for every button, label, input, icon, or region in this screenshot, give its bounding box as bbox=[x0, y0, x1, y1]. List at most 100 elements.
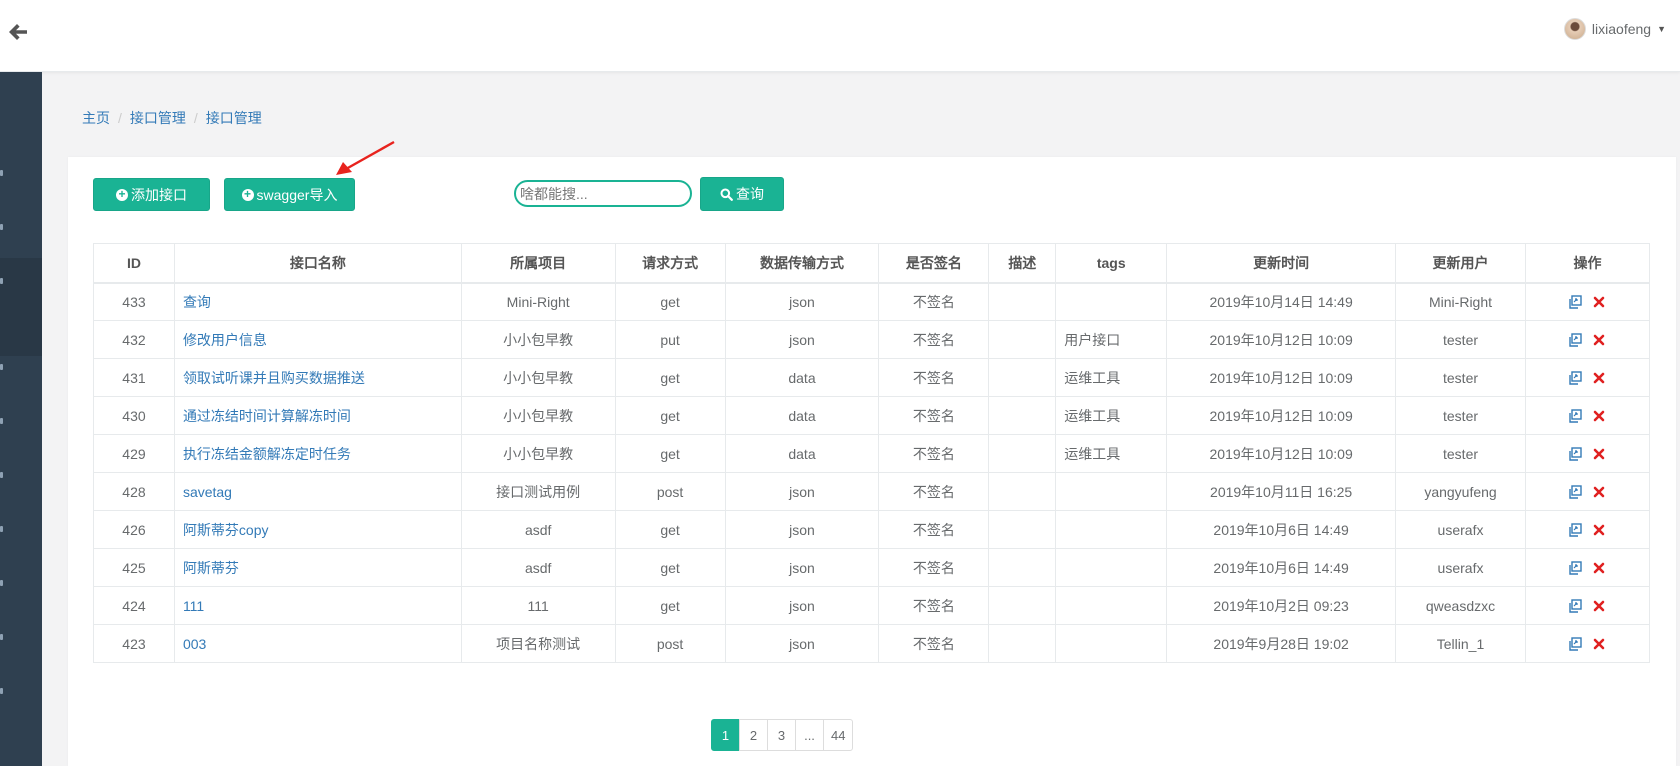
page-button[interactable]: 3 bbox=[767, 719, 796, 751]
swagger-import-label: swagger导入 bbox=[256, 186, 338, 203]
cell-transfer: json bbox=[724, 320, 880, 359]
cell-updated-user: yangyufeng bbox=[1395, 472, 1526, 511]
cell-updated-user: tester bbox=[1395, 358, 1526, 397]
column-header: 所属项目 bbox=[460, 243, 616, 284]
swagger-import-button[interactable]: + swagger导入 bbox=[224, 178, 355, 211]
column-header: 更新用户 bbox=[1395, 243, 1526, 284]
cell-project: 111 bbox=[460, 586, 616, 625]
column-header: 是否签名 bbox=[878, 243, 990, 284]
breadcrumb-api-management[interactable]: 接口管理 bbox=[130, 108, 186, 128]
breadcrumb-home[interactable]: 主页 bbox=[82, 108, 110, 128]
cell-name: savetag bbox=[173, 472, 462, 511]
breadcrumb-api-management-current[interactable]: 接口管理 bbox=[206, 108, 262, 128]
copy-icon[interactable] bbox=[1568, 295, 1583, 309]
copy-icon[interactable] bbox=[1568, 560, 1583, 575]
cell-transfer: json bbox=[724, 548, 880, 587]
pagination: 1 2 3... 44 bbox=[711, 719, 854, 751]
sidebar-item[interactable] bbox=[0, 628, 42, 648]
delete-x-icon[interactable] bbox=[1592, 371, 1606, 385]
caret-down-icon: ▼ bbox=[1657, 24, 1666, 34]
copy-icon[interactable] bbox=[1568, 332, 1583, 347]
search-button[interactable]: 查询 bbox=[700, 177, 784, 211]
delete-x-icon[interactable] bbox=[1592, 333, 1606, 347]
delete-x-icon[interactable] bbox=[1592, 485, 1606, 499]
cell-project: 小小包早教 bbox=[460, 434, 616, 473]
copy-icon[interactable] bbox=[1568, 522, 1583, 537]
sidebar-item[interactable] bbox=[0, 358, 42, 378]
table-row: 432 修改用户信息 小小包早教 put json 不签名 用户接口 2019年10月12日 … bbox=[93, 320, 1651, 359]
cell-method: get bbox=[614, 396, 726, 435]
sidebar-item[interactable] bbox=[0, 272, 42, 292]
breadcrumb-separator: / bbox=[193, 110, 198, 126]
cell-project: Mini-Right bbox=[460, 282, 616, 321]
api-name-link[interactable]: 修改用户信息 bbox=[183, 332, 267, 348]
cell-name: 阿斯蒂芬 bbox=[173, 548, 462, 587]
cell-name: 领取试听课并且购买数据推送 bbox=[173, 358, 462, 397]
sidebar-item[interactable] bbox=[0, 466, 42, 486]
cell-actions bbox=[1524, 320, 1651, 359]
cell-id: 423 bbox=[93, 624, 175, 663]
api-name-link[interactable]: 111 bbox=[183, 598, 204, 614]
cell-updated-user: qweasdzxc bbox=[1395, 586, 1526, 625]
search-input[interactable] bbox=[514, 180, 692, 207]
top-navbar: lixiaofeng ▼ bbox=[0, 0, 1680, 72]
plus-circle-icon: + bbox=[116, 188, 128, 201]
cell-updated-user: userafx bbox=[1395, 548, 1526, 587]
sidebar-item[interactable] bbox=[0, 412, 42, 432]
api-name-link[interactable]: 阿斯蒂芬 bbox=[183, 560, 239, 576]
cell-tags: 运维工具 bbox=[1055, 396, 1168, 435]
cell-id: 430 bbox=[93, 396, 175, 435]
api-name-link[interactable]: 阿斯蒂芬copy bbox=[183, 522, 269, 538]
sidebar-item[interactable] bbox=[0, 164, 42, 184]
cell-id: 425 bbox=[93, 548, 175, 587]
copy-icon[interactable] bbox=[1568, 408, 1583, 423]
api-name-link[interactable]: 查询 bbox=[183, 294, 211, 310]
cell-updated-user: tester bbox=[1395, 396, 1526, 435]
user-menu[interactable]: lixiaofeng ▼ bbox=[1563, 18, 1666, 40]
cell-name: 111 bbox=[173, 586, 462, 625]
copy-icon[interactable] bbox=[1568, 598, 1583, 613]
cell-method: post bbox=[614, 624, 726, 663]
cell-project: 小小包早教 bbox=[460, 320, 616, 359]
delete-x-icon[interactable] bbox=[1592, 409, 1606, 423]
api-name-link[interactable]: 执行冻结金额解冻定时任务 bbox=[183, 446, 351, 462]
cell-method: get bbox=[614, 434, 726, 473]
copy-icon[interactable] bbox=[1568, 446, 1583, 461]
table-row: 428 savetag 接口测试用例 post json 不签名 2019年10月11日 1… bbox=[93, 472, 1651, 511]
copy-icon[interactable] bbox=[1568, 636, 1583, 651]
delete-x-icon[interactable] bbox=[1592, 561, 1606, 575]
copy-icon[interactable] bbox=[1568, 484, 1583, 499]
plus-circle-icon: + bbox=[241, 188, 254, 201]
table-row: 433 查询 Mini-Right get json 不签名 2019年10月14日 14:… bbox=[93, 282, 1651, 321]
sidebar-item[interactable] bbox=[0, 574, 42, 594]
cell-actions bbox=[1524, 586, 1651, 625]
cell-transfer: data bbox=[724, 358, 880, 397]
delete-x-icon[interactable] bbox=[1592, 637, 1606, 651]
page-button[interactable]: 2 bbox=[739, 719, 768, 751]
cell-description bbox=[988, 434, 1057, 473]
sidebar-item[interactable] bbox=[0, 520, 42, 540]
cell-actions bbox=[1524, 510, 1651, 549]
delete-x-icon[interactable] bbox=[1592, 599, 1606, 613]
sidebar-item[interactable] bbox=[0, 682, 42, 702]
api-name-link[interactable]: 领取试听课并且购买数据推送 bbox=[183, 370, 365, 386]
delete-x-icon[interactable] bbox=[1592, 295, 1606, 309]
cell-description bbox=[988, 320, 1057, 359]
column-header: 接口名称 bbox=[173, 243, 462, 284]
cell-project: 接口测试用例 bbox=[460, 472, 616, 511]
page-button[interactable]: 1 bbox=[711, 719, 740, 751]
cell-name: 修改用户信息 bbox=[173, 320, 462, 359]
cell-updated-time: 2019年10月6日 14:49 bbox=[1166, 548, 1397, 587]
delete-x-icon[interactable] bbox=[1592, 523, 1606, 537]
delete-x-icon[interactable] bbox=[1592, 447, 1606, 461]
sidebar-item[interactable] bbox=[0, 218, 42, 238]
api-name-link[interactable]: savetag bbox=[183, 484, 232, 500]
page-button[interactable]: 44 bbox=[823, 719, 854, 751]
cell-method: get bbox=[614, 548, 726, 587]
api-name-link[interactable]: 通过冻结时间计算解冻时间 bbox=[183, 408, 351, 424]
column-header: 操作 bbox=[1524, 243, 1651, 284]
back-button[interactable] bbox=[6, 20, 30, 44]
api-name-link[interactable]: 003 bbox=[183, 636, 206, 652]
copy-icon[interactable] bbox=[1568, 370, 1583, 385]
add-api-button[interactable]: + 添加接口 bbox=[93, 178, 210, 211]
